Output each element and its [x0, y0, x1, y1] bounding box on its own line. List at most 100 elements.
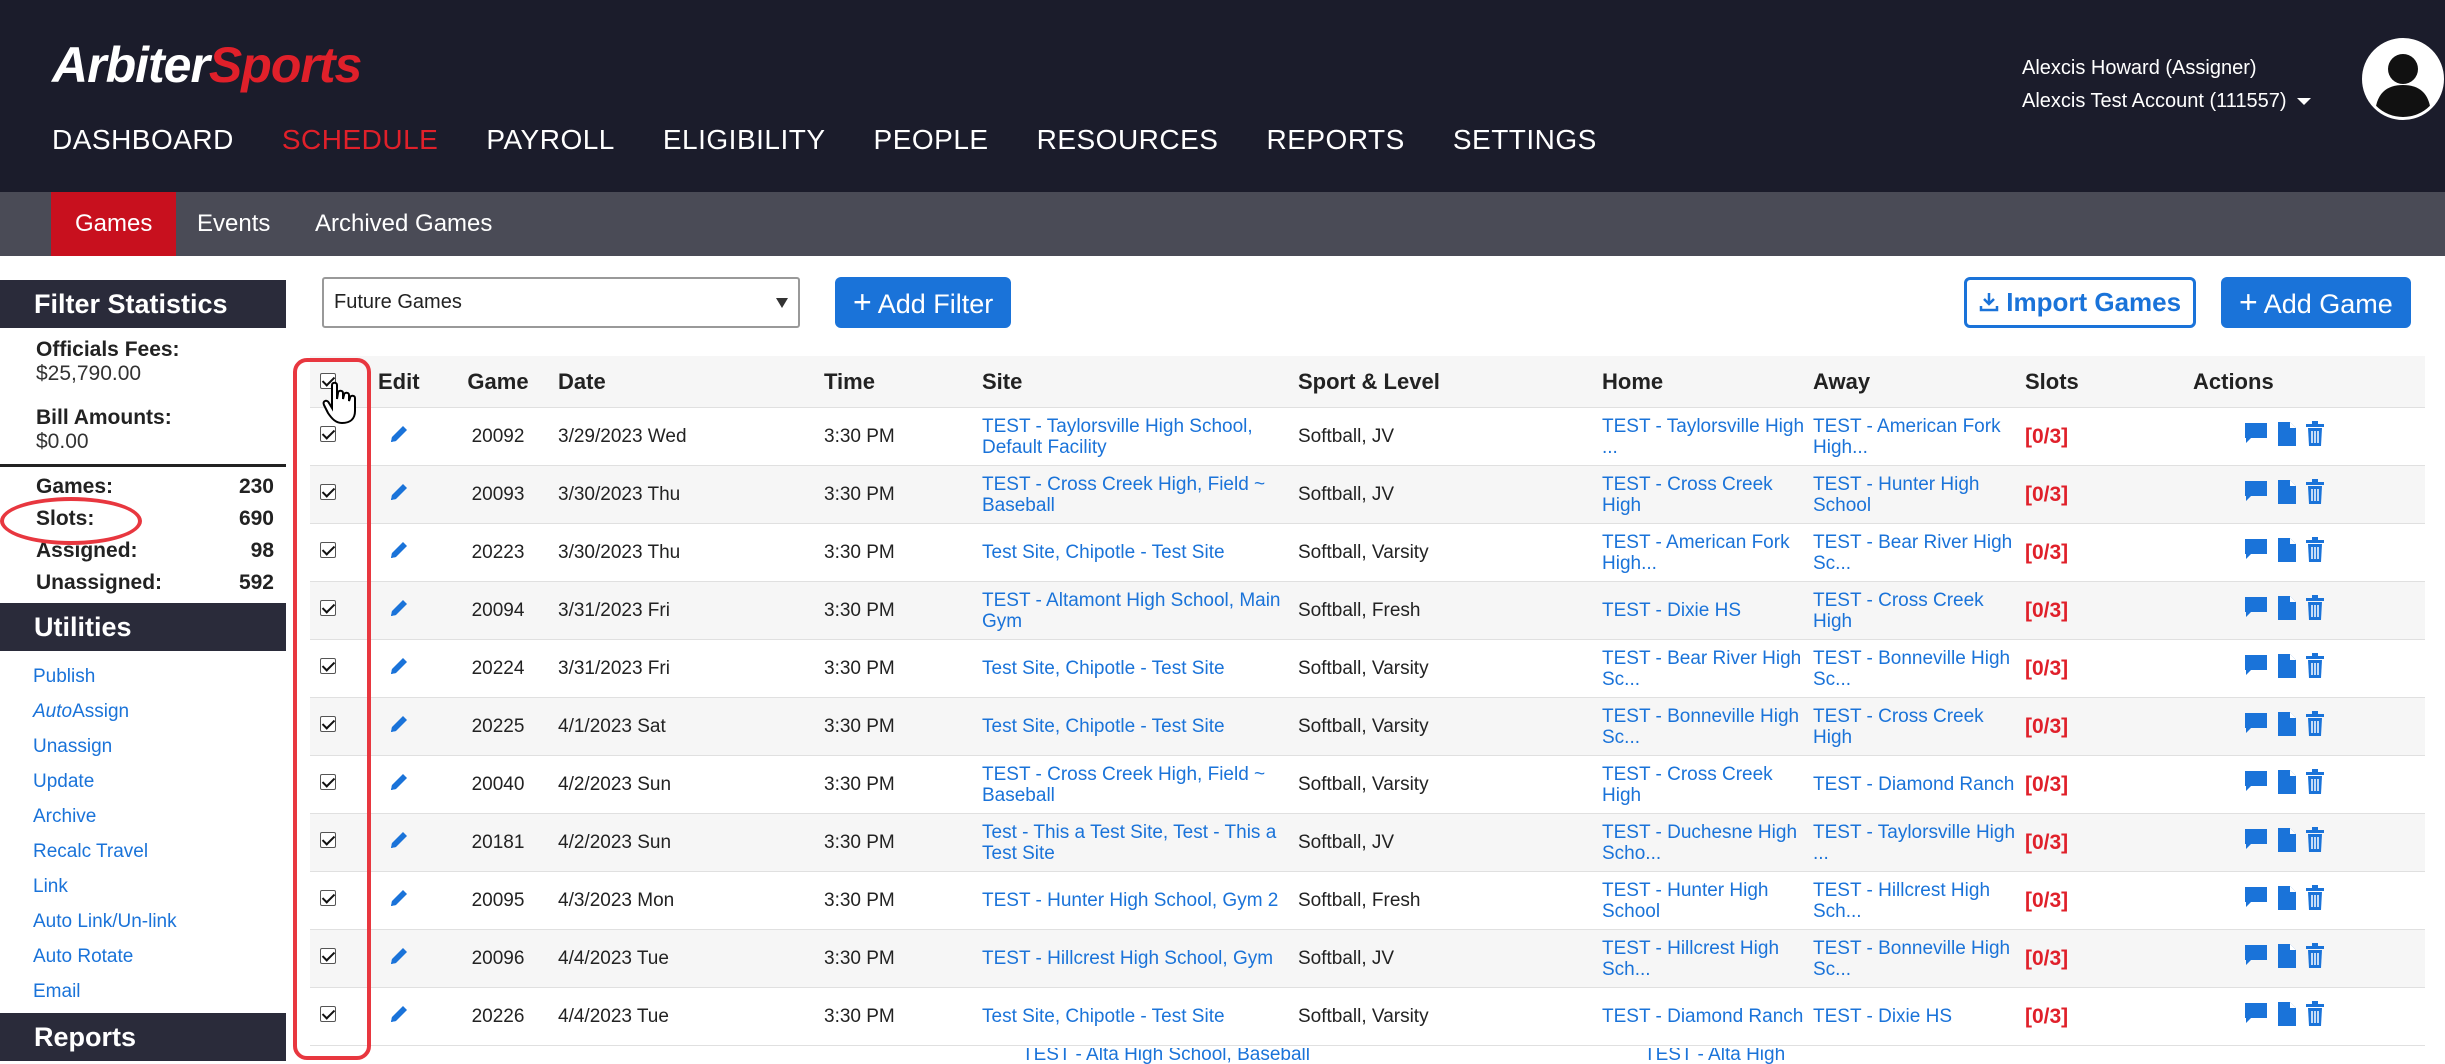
col-site[interactable]: Site — [982, 369, 1298, 395]
trash-icon[interactable] — [2305, 478, 2325, 511]
home-team-link[interactable]: TEST - American Fork High... — [1602, 532, 1813, 574]
away-team-link[interactable]: TEST - Taylorsville High ... — [1813, 822, 2025, 864]
col-game[interactable]: Game — [448, 369, 548, 395]
pencil-icon[interactable] — [388, 539, 410, 567]
utility-recalc-travel-link[interactable]: Recalc Travel — [0, 834, 286, 869]
document-icon[interactable] — [2277, 827, 2297, 859]
table-row[interactable]: 20040 4/2/2023 Sun 3:30 PM TEST - Cross Cre… — [310, 756, 2425, 814]
nav-dashboard[interactable]: DASHBOARD — [52, 124, 234, 156]
trash-icon[interactable] — [2305, 768, 2325, 801]
comment-icon[interactable] — [2243, 827, 2269, 859]
document-icon[interactable] — [2277, 1001, 2297, 1033]
document-icon[interactable] — [2277, 885, 2297, 917]
comment-icon[interactable] — [2243, 537, 2269, 569]
away-team-link[interactable]: TEST - Hunter High School — [1813, 474, 2025, 516]
table-row[interactable]: 20223 3/30/2023 Thu 3:30 PM Test Site, Chip… — [310, 524, 2425, 582]
table-row[interactable]: 20095 4/3/2023 Mon 3:30 PM TEST - Hunter Hi… — [310, 872, 2425, 930]
trash-icon[interactable] — [2305, 826, 2325, 859]
home-team-link[interactable]: TEST - Bear River High Sc... — [1602, 648, 1813, 690]
utility-auto-rotate-link[interactable]: Auto Rotate — [0, 939, 286, 974]
trash-icon[interactable] — [2305, 652, 2325, 685]
site-link[interactable]: TEST - Altamont High School, Main Gym — [982, 590, 1298, 632]
home-team-link[interactable]: TEST - Taylorsville High ... — [1602, 416, 1813, 458]
tab-events[interactable]: Events — [173, 192, 294, 256]
col-time[interactable]: Time — [824, 369, 982, 395]
slots-status[interactable]: [0/3] — [2025, 483, 2193, 507]
document-icon[interactable] — [2277, 769, 2297, 801]
import-games-button[interactable]: Import Games — [1964, 277, 2197, 328]
nav-payroll[interactable]: PAYROLL — [486, 124, 615, 156]
site-link[interactable]: Test Site, Chipotle - Test Site — [982, 716, 1298, 737]
home-team-link[interactable]: TEST - Hillcrest High Sch... — [1602, 938, 1813, 980]
site-link[interactable]: Test Site, Chipotle - Test Site — [982, 542, 1298, 563]
utility-autoassign-link[interactable]: AutoAssign — [0, 694, 286, 729]
pencil-icon[interactable] — [388, 655, 410, 683]
partial-home-link[interactable]: TEST - Alta High — [1644, 1048, 1785, 1064]
document-icon[interactable] — [2277, 537, 2297, 569]
add-filter-button[interactable]: + Add Filter — [835, 277, 1012, 328]
home-team-link[interactable]: TEST - Duchesne High Scho... — [1602, 822, 1813, 864]
slots-status[interactable]: [0/3] — [2025, 715, 2193, 739]
utility-publish-link[interactable]: Publish — [0, 659, 286, 694]
slots-status[interactable]: [0/3] — [2025, 1005, 2193, 1029]
away-team-link[interactable]: TEST - Bonneville High Sc... — [1813, 938, 2025, 980]
slots-status[interactable]: [0/3] — [2025, 889, 2193, 913]
site-link[interactable]: Test Site, Chipotle - Test Site — [982, 658, 1298, 679]
utility-auto-link-un-link-link[interactable]: Auto Link/Un-link — [0, 904, 286, 939]
pencil-icon[interactable] — [388, 829, 410, 857]
away-team-link[interactable]: TEST - Diamond Ranch — [1813, 774, 2025, 795]
account-name[interactable]: Alexcis Test Account (111557) — [2022, 85, 2311, 118]
slots-status[interactable]: [0/3] — [2025, 947, 2193, 971]
partial-site-link[interactable]: TEST - Alta High School, Baseball — [1022, 1048, 1310, 1064]
utility-unassign-link[interactable]: Unassign — [0, 729, 286, 764]
slots-status[interactable]: [0/3] — [2025, 425, 2193, 449]
slots-status[interactable]: [0/3] — [2025, 773, 2193, 797]
document-icon[interactable] — [2277, 595, 2297, 627]
col-slots[interactable]: Slots — [2025, 369, 2193, 395]
nav-reports[interactable]: REPORTS — [1266, 124, 1404, 156]
document-icon[interactable] — [2277, 653, 2297, 685]
col-sport-level[interactable]: Sport & Level — [1298, 369, 1602, 395]
comment-icon[interactable] — [2243, 711, 2269, 743]
col-date[interactable]: Date — [548, 369, 824, 395]
comment-icon[interactable] — [2243, 1001, 2269, 1033]
away-team-link[interactable]: TEST - Cross Creek High — [1813, 590, 2025, 632]
table-row[interactable]: 20225 4/1/2023 Sat 3:30 PM Test Site, Chipo… — [310, 698, 2425, 756]
col-home[interactable]: Home — [1602, 369, 1813, 395]
trash-icon[interactable] — [2305, 710, 2325, 743]
slots-status[interactable]: [0/3] — [2025, 599, 2193, 623]
pencil-icon[interactable] — [388, 713, 410, 741]
away-team-link[interactable]: TEST - Cross Creek High — [1813, 706, 2025, 748]
site-link[interactable]: TEST - Hunter High School, Gym 2 — [982, 890, 1298, 911]
utility-email-link[interactable]: Email — [0, 974, 286, 1009]
document-icon[interactable] — [2277, 711, 2297, 743]
table-row[interactable]: 20181 4/2/2023 Sun 3:30 PM Test - This a Te… — [310, 814, 2425, 872]
slots-status[interactable]: [0/3] — [2025, 657, 2193, 681]
document-icon[interactable] — [2277, 479, 2297, 511]
table-row[interactable]: 20224 3/31/2023 Fri 3:30 PM Test Site, Chip… — [310, 640, 2425, 698]
trash-icon[interactable] — [2305, 942, 2325, 975]
add-game-button[interactable]: + Add Game — [2221, 277, 2411, 328]
site-link[interactable]: TEST - Hillcrest High School, Gym — [982, 948, 1298, 969]
home-team-link[interactable]: TEST - Cross Creek High — [1602, 474, 1813, 516]
trash-icon[interactable] — [2305, 594, 2325, 627]
table-row[interactable]: 20093 3/30/2023 Thu 3:30 PM TEST - Cross Cr… — [310, 466, 2425, 524]
document-icon[interactable] — [2277, 421, 2297, 453]
games-filter-select[interactable]: Future Games — [322, 277, 800, 328]
comment-icon[interactable] — [2243, 421, 2269, 453]
pencil-icon[interactable] — [388, 771, 410, 799]
comment-icon[interactable] — [2243, 653, 2269, 685]
trash-icon[interactable] — [2305, 420, 2325, 453]
arbitersports-logo[interactable]: ArbiterSports — [52, 36, 362, 94]
away-team-link[interactable]: TEST - Bonneville High Sc... — [1813, 648, 2025, 690]
document-icon[interactable] — [2277, 943, 2297, 975]
site-link[interactable]: TEST - Taylorsville High School, Default… — [982, 416, 1298, 458]
utility-link-link[interactable]: Link — [0, 869, 286, 904]
trash-icon[interactable] — [2305, 1000, 2325, 1033]
pencil-icon[interactable] — [388, 597, 410, 625]
nav-eligibility[interactable]: ELIGIBILITY — [663, 124, 826, 156]
pencil-icon[interactable] — [388, 945, 410, 973]
user-avatar-icon[interactable] — [2362, 38, 2444, 120]
comment-icon[interactable] — [2243, 885, 2269, 917]
user-menu[interactable]: Alexcis Howard (Assigner) Alexcis Test A… — [2022, 52, 2311, 118]
